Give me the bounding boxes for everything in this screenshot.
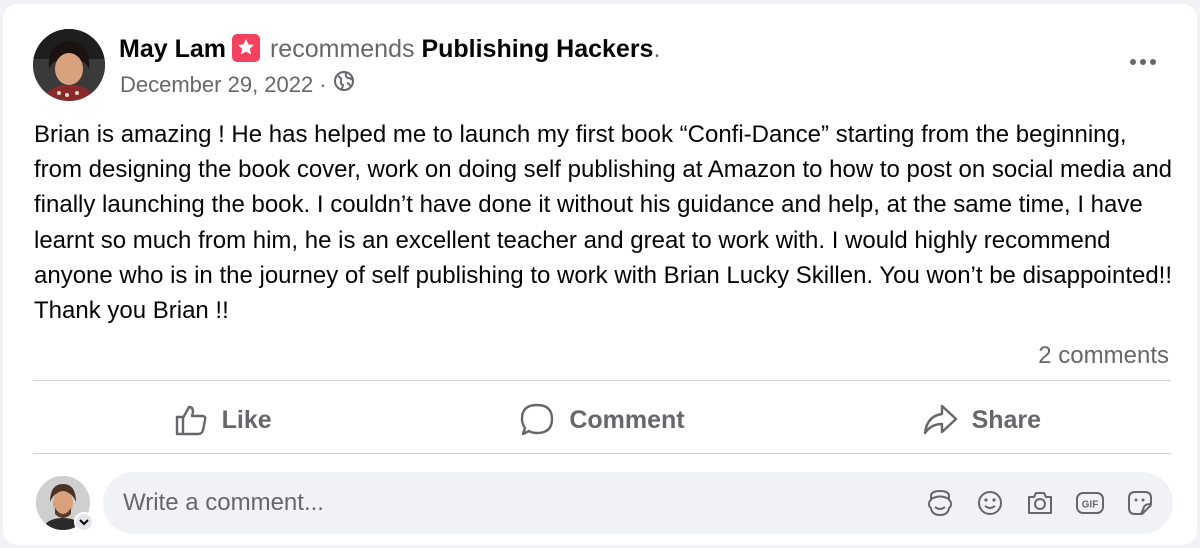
chevron-down-icon[interactable] (74, 512, 94, 532)
avatar-sticker-icon[interactable] (925, 488, 955, 518)
sticker-icon[interactable] (1125, 488, 1155, 518)
author-avatar[interactable] (33, 29, 105, 101)
share-label: Share (971, 405, 1042, 434)
post-card: May Lam recommends Publishing Hackers. De… (3, 4, 1197, 545)
comments-count[interactable]: 2 comments (1038, 340, 1169, 372)
divider-bottom (33, 453, 1171, 454)
like-label: Like (221, 405, 272, 434)
post-meta: December 29, 2022 · (120, 70, 355, 100)
action-bar: Like Comment Share (33, 386, 1171, 454)
comment-button[interactable]: Comment (412, 386, 791, 454)
comment-composer: GIF (103, 472, 1173, 534)
more-options-icon[interactable] (1123, 48, 1163, 76)
gif-icon[interactable]: GIF (1075, 488, 1105, 518)
like-button[interactable]: Like (33, 386, 412, 454)
post-date[interactable]: December 29, 2022 (120, 70, 313, 100)
composer-tools: GIF (925, 488, 1155, 518)
star-badge-icon (231, 34, 260, 62)
recommends-text: recommends (269, 35, 415, 63)
comment-label: Comment (569, 405, 685, 434)
share-button[interactable]: Share (792, 386, 1171, 454)
page-link[interactable]: Publishing Hackers (421, 35, 653, 63)
camera-icon[interactable] (1025, 488, 1055, 518)
thumbs-up-icon (174, 403, 208, 437)
meta-separator: · (319, 72, 327, 97)
globe-icon[interactable] (333, 70, 355, 100)
comment-input[interactable] (123, 472, 903, 534)
share-arrow-icon (922, 403, 958, 437)
smiley-icon[interactable] (975, 488, 1005, 518)
speech-bubble-icon (519, 402, 555, 438)
post-body: Brian is amazing ! He has helped me to l… (34, 121, 1173, 325)
author-name[interactable]: May Lam (119, 35, 226, 63)
post-header: May Lam recommends Publishing Hackers. (119, 32, 660, 66)
divider-top (33, 380, 1171, 381)
header-period: . (653, 35, 661, 63)
svg-text:GIF: GIF (1082, 500, 1099, 511)
